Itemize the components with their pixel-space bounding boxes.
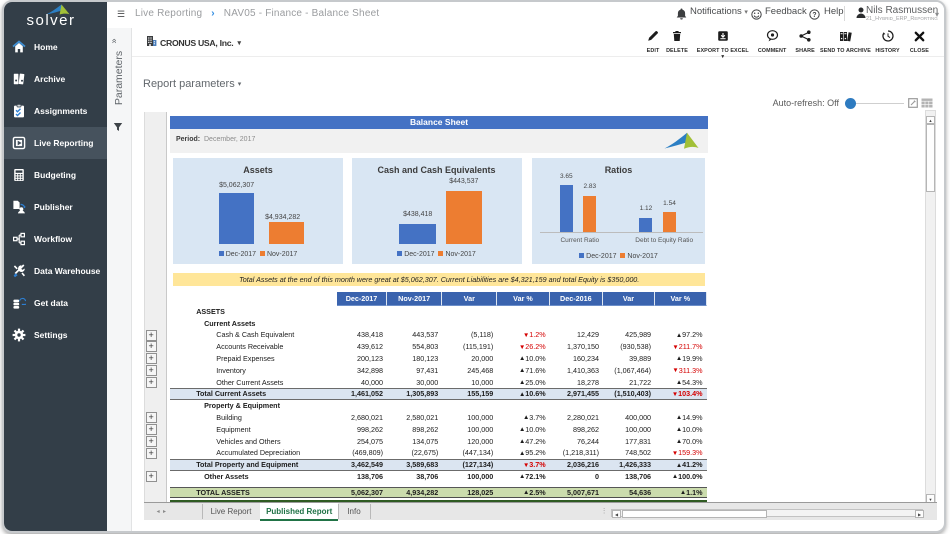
svg-text:?: ? [812,12,816,19]
